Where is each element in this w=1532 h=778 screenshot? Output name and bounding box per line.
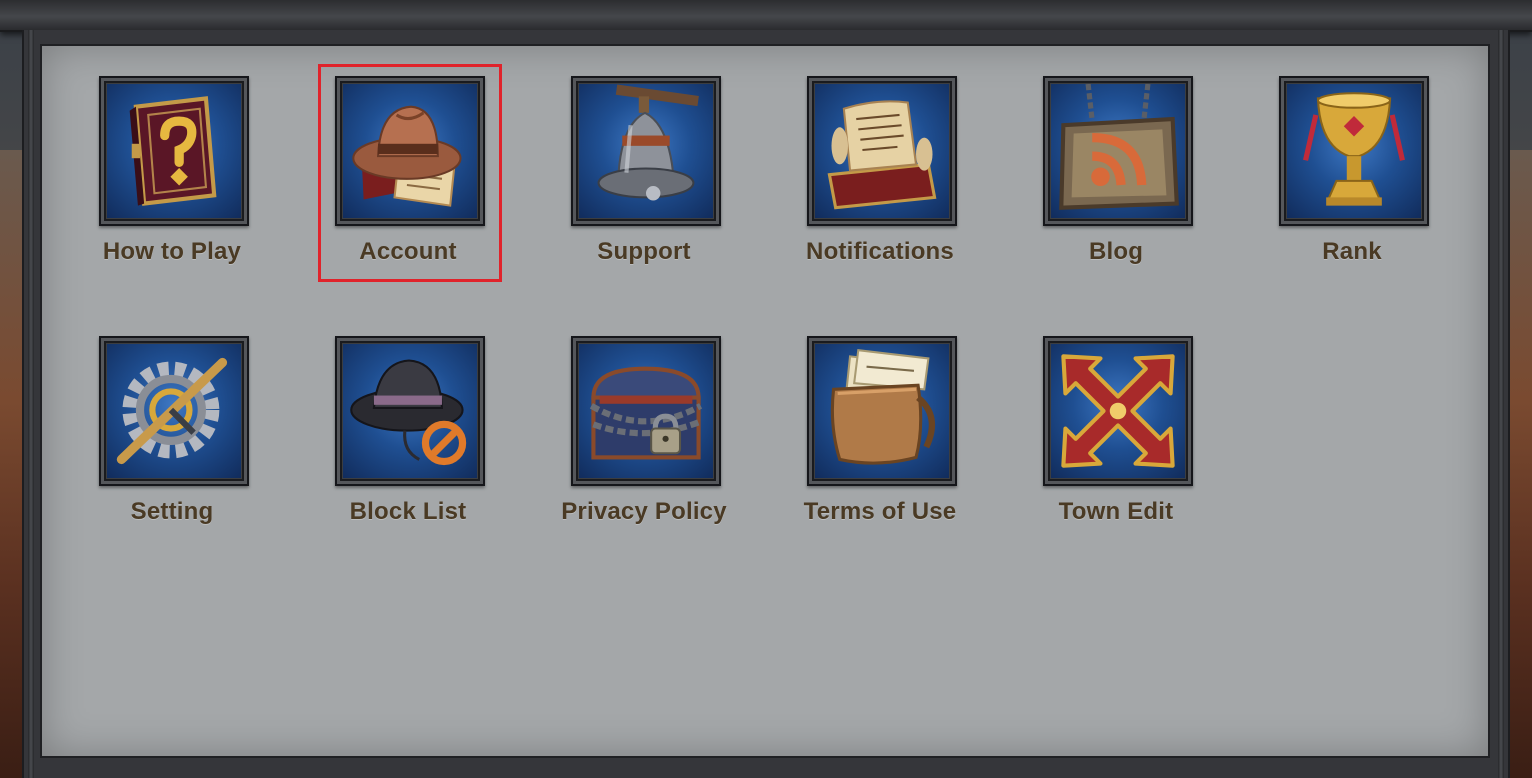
icon-frame [1043,336,1193,486]
menu-item-label: Terms of Use [803,498,957,525]
menu-item-town-edit[interactable]: Town Edit [1018,336,1218,546]
menu-item-notifications[interactable]: Notifications [782,76,982,286]
menu-item-label: Account [359,238,457,265]
cowboy-hat-scroll-icon [352,105,462,207]
blocked-hat-icon [350,359,467,466]
document-satchel-icon [830,349,936,465]
menu-item-support[interactable]: Support [546,76,746,286]
trophy-icon [1303,92,1405,206]
menu-item-label: Rank [1322,238,1382,265]
menu-item-terms-of-use[interactable]: Terms of Use [782,336,982,546]
icon-frame [571,336,721,486]
rss-sign-icon [1059,84,1179,210]
menu-item-rank[interactable]: Rank [1254,76,1454,286]
menu-item-label: Blog [1088,238,1144,265]
scroll-chest-icon [827,100,937,210]
menu-item-label: Setting [130,498,214,525]
menu-item-privacy-policy[interactable]: Privacy Policy [546,336,746,546]
locked-chest-icon [589,366,703,460]
icon-frame [99,76,249,226]
menu-item-label: Notifications [806,238,954,265]
icon-frame [807,336,957,486]
icon-frame [99,336,249,486]
menu-item-block-list[interactable]: Block List [310,336,510,546]
icon-frame [335,336,485,486]
move-arrows-icon [1061,354,1175,468]
menu-item-account[interactable]: Account [310,76,510,286]
bell-icon [597,84,699,201]
menu-item-label: Town Edit [1058,498,1174,525]
icon-frame [807,76,957,226]
menu-item-how-to-play[interactable]: How to Play [74,76,274,286]
menu-item-label: How to Play [102,238,242,265]
window-frame-top [0,0,1532,32]
icon-frame [1043,76,1193,226]
menu-item-label: Support [597,238,691,265]
menu-item-label: Privacy Policy [561,498,727,525]
icon-frame [571,76,721,226]
menu-item-label: Block List [349,498,467,525]
icon-frame [1279,76,1429,226]
menu-panel: How to Play Account Support Notification… [42,46,1488,756]
spellbook-icon [129,96,217,206]
icon-frame [335,76,485,226]
gear-icon [116,357,228,465]
menu-item-setting[interactable]: Setting [74,336,274,546]
menu-item-blog[interactable]: Blog [1018,76,1218,286]
